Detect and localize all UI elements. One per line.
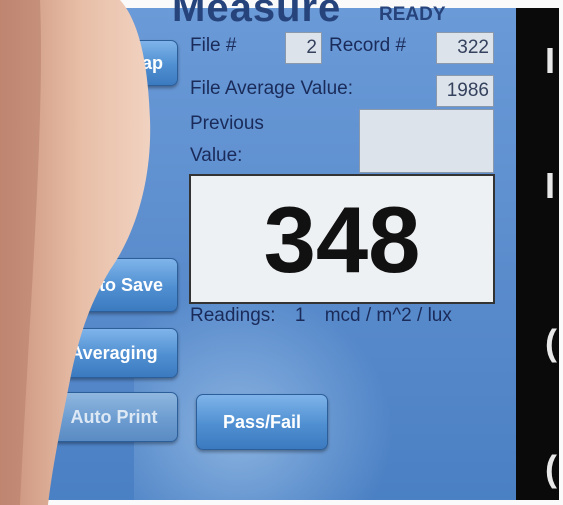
previous-value-label: Previous — [190, 113, 264, 134]
status-label: READY — [379, 4, 446, 25]
file-average-field: 1986 — [436, 75, 494, 107]
readings-label: Readings: — [190, 305, 276, 326]
file-average-label: File Average Value: — [190, 78, 354, 99]
auto-save-button[interactable]: uto Save — [50, 258, 178, 312]
main-reading-value: 348 — [263, 187, 421, 292]
right-edge-glyph: I — [545, 165, 556, 206]
auto-print-label: Auto Print — [70, 406, 158, 427]
right-edge-glyph: ( — [545, 448, 557, 489]
averaging-label: Averaging — [70, 342, 158, 363]
auto-save-label: uto Save — [87, 274, 163, 295]
readings-line: Readings: 1 mcd / m^2 / lux — [190, 305, 466, 327]
main-reading-display: 348 — [189, 174, 495, 304]
pass-fail-button[interactable]: Pass/Fail — [196, 394, 328, 450]
pass-fail-label: Pass/Fail — [222, 411, 302, 432]
device-photo: I I ( ( Measure READY File # 2 Record # … — [0, 0, 563, 505]
record-number-field[interactable]: 322 — [436, 32, 494, 64]
right-edge-glyph: I — [545, 40, 556, 81]
file-number-field[interactable]: 2 — [285, 32, 322, 64]
previous-value-label-line2: Value: — [190, 145, 243, 166]
readings-units: mcd / m^2 / lux — [324, 305, 452, 326]
file-number-label: File # — [190, 35, 237, 56]
right-edge-glyph: ( — [545, 322, 557, 363]
screen-title: Measure — [172, 0, 342, 30]
auto-print-button[interactable]: Auto Print — [50, 392, 178, 442]
readings-count: 1 — [294, 305, 306, 326]
record-number-label: Record # — [329, 35, 407, 56]
snap-button-label: ap — [141, 52, 163, 73]
averaging-button[interactable]: Averaging — [50, 328, 178, 378]
snap-button[interactable]: ap — [50, 40, 178, 86]
previous-value-field — [359, 109, 494, 173]
